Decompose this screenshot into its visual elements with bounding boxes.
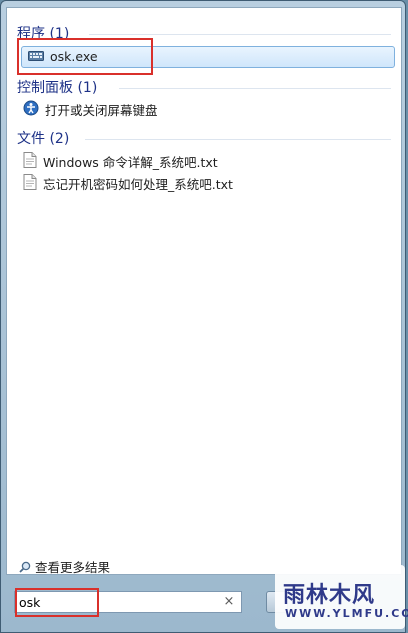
search-icon — [19, 561, 31, 577]
start-menu: 程序 (1) osk.exe 控制面板 (1) 打开或关闭屏幕键盘 文件 (2)… — [0, 0, 406, 633]
search-results-panel: 程序 (1) osk.exe 控制面板 (1) 打开或关闭屏幕键盘 文件 (2)… — [6, 7, 402, 575]
result-osk-setting[interactable]: 打开或关闭屏幕键盘 — [23, 100, 158, 122]
group-header-programs[interactable]: 程序 (1) — [17, 25, 69, 43]
text-file-icon — [23, 152, 37, 175]
watermark-text: 雨林木风 — [283, 583, 376, 608]
search-box: × — [14, 591, 242, 613]
clear-search-button[interactable]: × — [223, 593, 235, 611]
divider — [89, 34, 391, 35]
keyboard-icon — [28, 48, 44, 68]
result-label: 打开或关闭屏幕键盘 — [45, 103, 158, 118]
text-file-icon — [23, 174, 37, 197]
watermark-url: WWW.YLMFU.COM — [285, 607, 408, 620]
divider — [85, 139, 391, 140]
result-file-1[interactable]: Windows 命令详解_系统吧.txt — [23, 152, 218, 174]
result-label: 忘记开机密码如何处理_系统吧.txt — [43, 177, 233, 192]
group-header-files[interactable]: 文件 (2) — [17, 130, 69, 148]
ease-of-access-icon — [23, 100, 39, 123]
result-label: osk.exe — [50, 49, 98, 64]
watermark-logo: 雨林木风 WWW.YLMFU.COM — [275, 565, 408, 629]
group-header-control-panel[interactable]: 控制面板 (1) — [17, 79, 97, 97]
result-osk-exe[interactable]: osk.exe — [21, 46, 395, 68]
result-file-2[interactable]: 忘记开机密码如何处理_系统吧.txt — [23, 174, 233, 196]
search-input[interactable] — [19, 593, 215, 611]
result-label: Windows 命令详解_系统吧.txt — [43, 155, 218, 170]
see-more-label: 查看更多结果 — [35, 560, 111, 575]
divider — [119, 88, 391, 89]
see-more-results-link[interactable]: 查看更多结果 — [19, 560, 110, 576]
